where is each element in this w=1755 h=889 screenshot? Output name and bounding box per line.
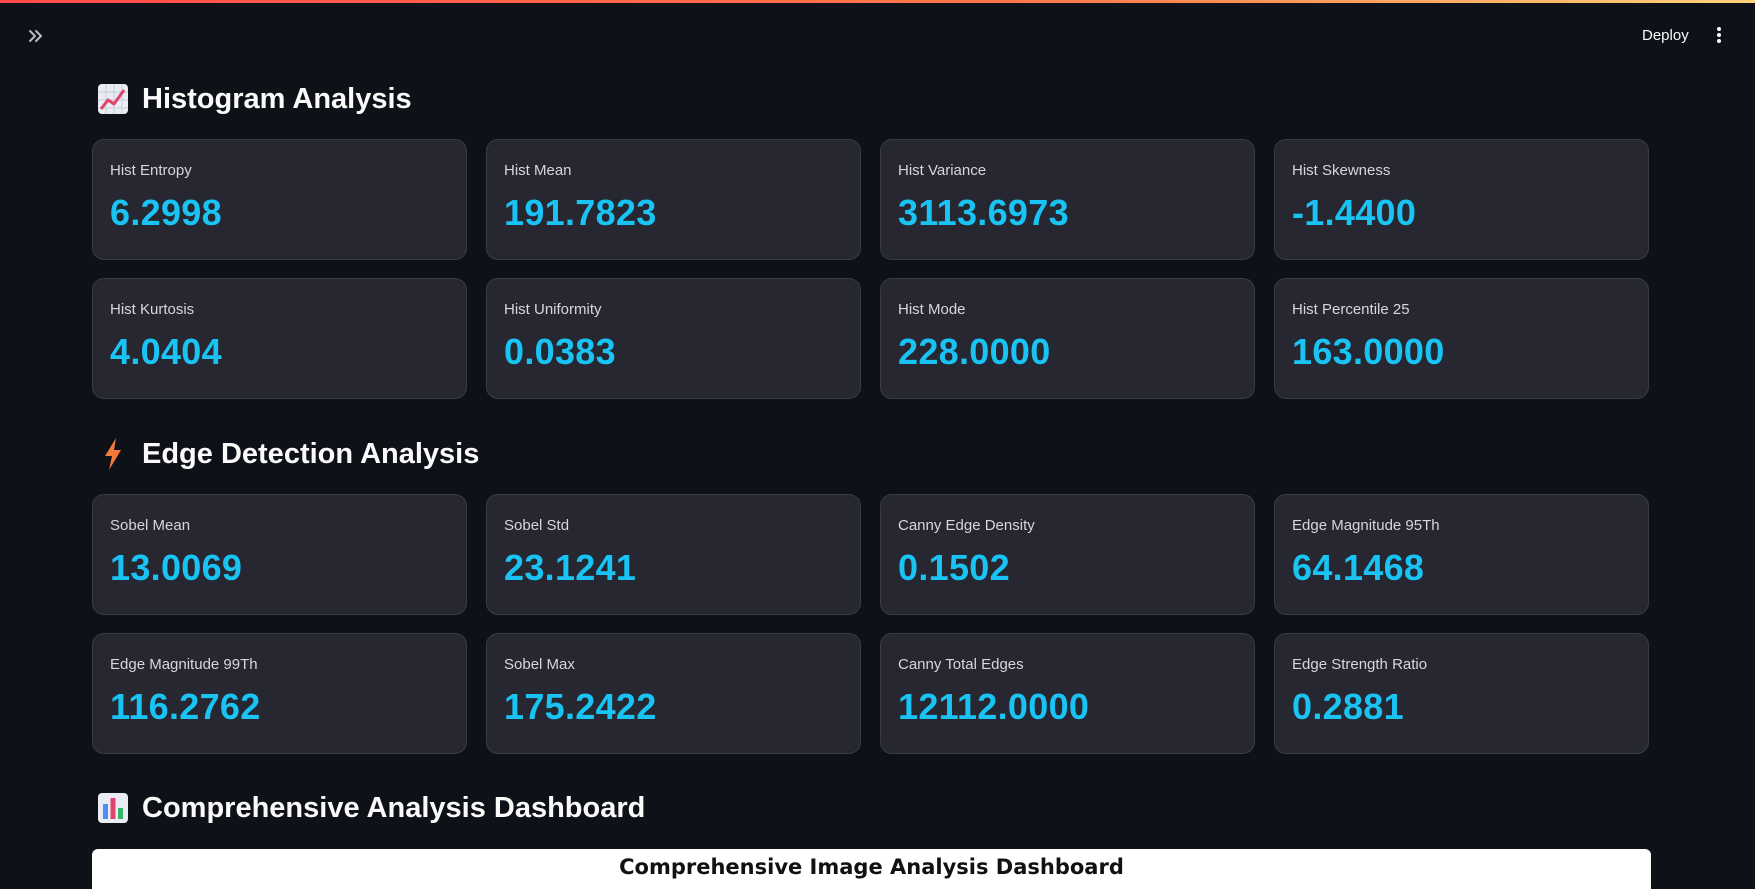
metric-card: Hist Kurtosis 4.0404 — [92, 278, 467, 399]
metric-card: Edge Magnitude 95Th 64.1468 — [1274, 494, 1649, 615]
metric-label: Hist Percentile 25 — [1292, 301, 1410, 318]
metric-card: Hist Uniformity 0.0383 — [486, 278, 861, 399]
metric-label: Edge Strength Ratio — [1292, 656, 1428, 673]
metric-label: Edge Magnitude 95Th — [1292, 517, 1440, 534]
metric-label: Hist Skewness — [1292, 162, 1391, 179]
section-title: Histogram Analysis — [142, 82, 412, 115]
metric-value: 3113.6973 — [898, 192, 1069, 233]
metric-value: 23.1241 — [504, 547, 637, 588]
top-accent-bar — [0, 0, 1755, 3]
metric-value: -1.4400 — [1292, 192, 1417, 233]
metric-card: Sobel Std 23.1241 — [486, 494, 861, 615]
metric-label: Canny Total Edges — [898, 656, 1024, 673]
metric-card: Hist Entropy 6.2998 — [92, 139, 467, 260]
metric-value: 12112.0000 — [898, 686, 1090, 727]
metric-card: Hist Mode 228.0000 — [880, 278, 1255, 399]
metric-label: Hist Mode — [898, 301, 966, 318]
metric-value: 0.0383 — [504, 331, 616, 372]
metric-card: Sobel Mean 13.0069 — [92, 494, 467, 615]
metric-card: Hist Mean 191.7823 — [486, 139, 861, 260]
lightning-icon — [96, 437, 130, 471]
deploy-button[interactable]: Deploy — [1630, 22, 1701, 48]
metric-label: Hist Uniformity — [504, 301, 602, 318]
metric-card: Hist Variance 3113.6973 — [880, 139, 1255, 260]
sidebar-expand-button[interactable] — [22, 22, 50, 50]
metric-card: Canny Edge Density 0.1502 — [880, 494, 1255, 615]
metric-value: 4.0404 — [110, 331, 222, 372]
dashboard-figure-title: Comprehensive Image Analysis Dashboard — [619, 855, 1124, 879]
metric-value: 175.2422 — [504, 686, 657, 727]
metric-card: Hist Skewness -1.4400 — [1274, 139, 1649, 260]
metric-card: Edge Strength Ratio 0.2881 — [1274, 633, 1649, 754]
dashboard-figure-panel: Comprehensive Image Analysis Dashboard — [92, 849, 1651, 889]
edge-section-header: Edge Detection Analysis — [96, 437, 479, 471]
metric-value: 163.0000 — [1292, 331, 1445, 372]
metric-label: Sobel Max — [504, 656, 575, 673]
metric-value: 64.1468 — [1292, 547, 1425, 588]
bar-chart-icon — [96, 791, 130, 825]
metric-value: 116.2762 — [110, 686, 261, 727]
metric-card: Sobel Max 175.2422 — [486, 633, 861, 754]
metric-label: Edge Magnitude 99Th — [110, 656, 258, 673]
metric-label: Hist Kurtosis — [110, 301, 195, 318]
histogram-section-header: Histogram Analysis — [96, 82, 412, 116]
metric-card: Canny Total Edges 12112.0000 — [880, 633, 1255, 754]
metric-value: 13.0069 — [110, 547, 243, 588]
metric-card: Hist Percentile 25 163.0000 — [1274, 278, 1649, 399]
metric-label: Hist Variance — [898, 162, 987, 179]
dashboard-section-header: Comprehensive Analysis Dashboard — [96, 791, 645, 825]
metric-label: Canny Edge Density — [898, 517, 1035, 534]
metric-value: 0.2881 — [1292, 686, 1404, 727]
chart-increasing-icon — [96, 82, 130, 116]
metric-value: 6.2998 — [110, 192, 222, 233]
metric-label: Sobel Mean — [110, 517, 191, 534]
histogram-metrics-grid: Hist Entropy 6.2998 Hist Mean 191.7823 His… — [92, 139, 1651, 399]
edge-metrics-grid: Sobel Mean 13.0069 Sobel Std 23.1241 Canny… — [92, 494, 1651, 754]
metric-value: 228.0000 — [898, 331, 1051, 372]
metric-value: 0.1502 — [898, 547, 1010, 588]
kebab-menu-icon — [1717, 27, 1721, 43]
chevrons-right-icon — [29, 30, 42, 42]
section-title: Edge Detection Analysis — [142, 437, 480, 470]
metric-value: 191.7823 — [504, 192, 657, 233]
metric-label: Hist Mean — [504, 162, 572, 179]
section-title: Comprehensive Analysis Dashboard — [142, 791, 646, 824]
metric-label: Sobel Std — [504, 517, 570, 534]
metric-card: Edge Magnitude 99Th 116.2762 — [92, 633, 467, 754]
main-menu-button[interactable] — [1708, 22, 1730, 48]
metric-label: Hist Entropy — [110, 162, 192, 179]
